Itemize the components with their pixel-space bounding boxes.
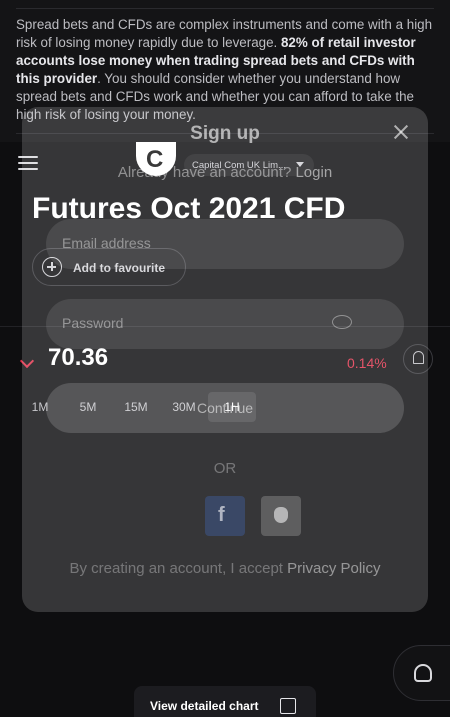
modal-title: Sign up: [190, 123, 260, 144]
facebook-icon: f: [218, 504, 225, 526]
apple-icon: [274, 507, 288, 523]
expand-icon: [280, 698, 296, 714]
email-placeholder: Email address: [62, 235, 151, 251]
login-link[interactable]: Login: [295, 164, 332, 181]
divider: [16, 8, 434, 9]
apple-login-button[interactable]: [261, 496, 301, 536]
terms-prefix: By creating an account, I accept: [69, 560, 283, 577]
continue-button[interactable]: Continue: [46, 383, 404, 433]
facebook-login-button[interactable]: f: [205, 496, 245, 536]
chart-button-label: View detailed chart: [150, 699, 259, 713]
account-question: Already have an account?: [117, 164, 292, 181]
eye-icon[interactable]: [332, 315, 352, 329]
signup-modal: Sign up Already have an account? Login E…: [22, 107, 428, 612]
support-button[interactable]: [393, 645, 450, 701]
email-field[interactable]: Email address: [46, 219, 404, 269]
headset-icon: [414, 664, 432, 682]
account-prompt: Already have an account? Login: [22, 164, 428, 181]
privacy-policy-link[interactable]: Privacy Policy: [287, 560, 380, 577]
view-detailed-chart-button[interactable]: View detailed chart: [134, 686, 316, 717]
terms-text: By creating an account, I accept Privacy…: [22, 560, 428, 577]
password-placeholder: Password: [62, 315, 124, 331]
close-icon[interactable]: [392, 123, 410, 141]
password-field[interactable]: Password: [46, 299, 404, 349]
or-separator: OR: [213, 460, 237, 477]
